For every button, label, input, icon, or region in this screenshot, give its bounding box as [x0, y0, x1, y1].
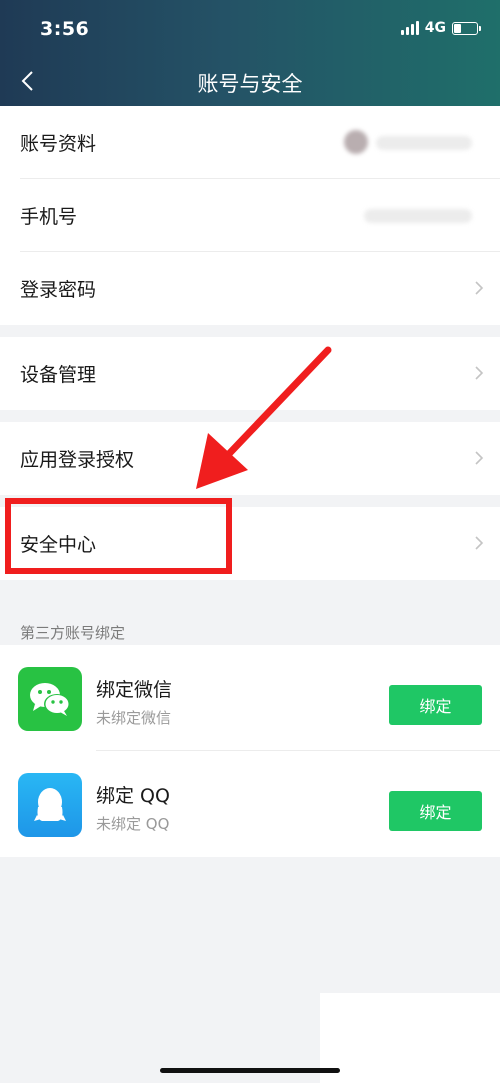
row-label: 登录密码 — [20, 279, 97, 301]
avatar — [344, 130, 368, 154]
section-title-third-party: 第三方账号绑定 — [20, 624, 126, 642]
status-time: 3:56 — [40, 18, 90, 40]
row-account-profile[interactable]: 账号资料 — [0, 106, 500, 179]
account-group: 账号资料 手机号 登录密码 — [0, 106, 500, 325]
signal-icon — [400, 21, 419, 35]
page-title: 账号与安全 — [197, 72, 303, 96]
highlight-box — [5, 498, 232, 574]
bind-status: 未绑定微信 — [96, 709, 172, 727]
header: 3:56 4G 账号与安全 — [0, 0, 500, 106]
bind-name: 绑定 QQ — [96, 785, 170, 807]
qq-icon — [18, 773, 82, 837]
bind-wechat-button[interactable]: 绑定 — [389, 685, 482, 725]
status-icons: 4G — [400, 20, 481, 36]
bind-name: 绑定微信 — [96, 679, 173, 701]
blurred-value — [364, 209, 472, 223]
row-login-password[interactable]: 登录密码 — [0, 252, 500, 325]
row-label: 设备管理 — [20, 364, 97, 386]
row-device-management[interactable]: 设备管理 — [0, 337, 500, 410]
bind-row-qq: 绑定 QQ 未绑定 QQ 绑定 — [0, 751, 500, 857]
row-phone[interactable]: 手机号 — [0, 179, 500, 252]
chevron-right-icon — [475, 536, 484, 550]
bind-qq-button[interactable]: 绑定 — [389, 791, 482, 831]
authorize-group: 应用登录授权 — [0, 422, 500, 495]
blurred-value — [376, 136, 472, 150]
bind-row-wechat: 绑定微信 未绑定微信 绑定 — [0, 645, 500, 751]
chevron-right-icon — [475, 366, 484, 380]
third-party-group: 绑定微信 未绑定微信 绑定 绑定 QQ 未绑定 QQ 绑定 — [0, 645, 500, 857]
row-label: 手机号 — [20, 206, 78, 228]
device-group: 设备管理 — [0, 337, 500, 410]
chevron-right-icon — [475, 281, 484, 295]
network-type: 4G — [424, 20, 446, 36]
white-patch — [320, 993, 500, 1083]
wechat-icon — [18, 667, 82, 731]
row-label: 应用登录授权 — [20, 449, 135, 471]
nav-bar: 账号与安全 — [0, 58, 500, 106]
bind-status: 未绑定 QQ — [96, 815, 170, 833]
battery-icon — [452, 21, 481, 35]
row-label: 账号资料 — [20, 133, 97, 155]
row-app-login-authorization[interactable]: 应用登录授权 — [0, 422, 500, 495]
home-indicator — [160, 1068, 340, 1073]
status-bar: 3:56 4G — [0, 0, 500, 58]
chevron-right-icon — [475, 451, 484, 465]
